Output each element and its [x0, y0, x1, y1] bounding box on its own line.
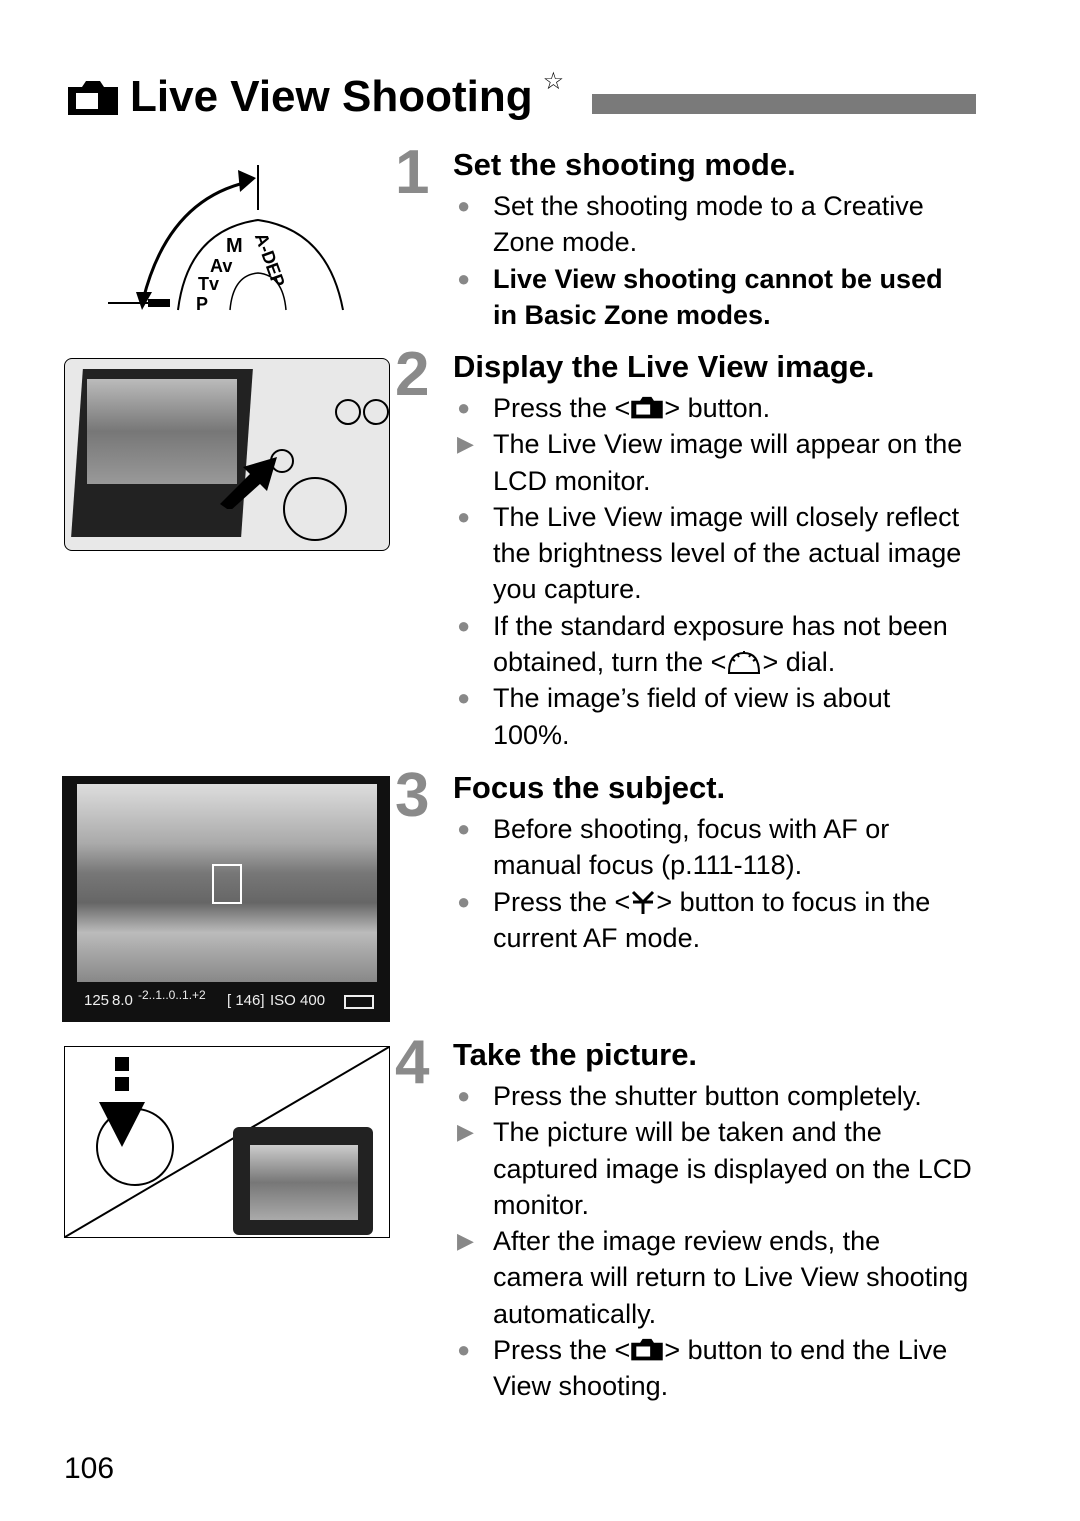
- camera-back-figure: [64, 358, 390, 551]
- dial-label-av: Av: [210, 256, 232, 276]
- lcd-iso: ISO 400: [270, 992, 326, 1009]
- step-number: 3: [395, 761, 430, 830]
- main-dial-icon: [728, 651, 761, 675]
- page-title: Live View Shooting ☆: [66, 68, 564, 122]
- live-view-lcd-figure: 125 8.0 -2..1..0..1.+2 [ 146] ISO 400: [62, 776, 390, 1022]
- dial-label-m: M: [226, 235, 243, 257]
- live-view-camera-icon: [631, 1339, 664, 1361]
- advanced-star-icon: ☆: [542, 67, 565, 95]
- title-rule: [592, 94, 976, 114]
- af-point-frame: [212, 864, 242, 904]
- result-item: ▶ The picture will be taken and the captu…: [457, 1117, 972, 1220]
- page-number: 106: [64, 1452, 115, 1485]
- step-heading: Set the shooting mode.: [453, 147, 796, 182]
- lcd-aperture: 8.0: [112, 992, 133, 1009]
- step-number: 4: [395, 1028, 430, 1097]
- lcd-exposure-scale: -2..1..0..1.+2: [138, 988, 206, 1002]
- bullet-item: ● Set the shooting mode to a Creative Zon…: [457, 191, 924, 258]
- live-view-camera-icon: [68, 81, 118, 115]
- bullet-item: ● The Live View image will closely reflec…: [457, 501, 962, 605]
- bullet-item: ● The image’s field of view is about 100%…: [457, 683, 891, 750]
- lcd-shutter: 125: [84, 992, 110, 1009]
- step-heading: Display the Live View image.: [453, 349, 875, 384]
- step-number: 1: [395, 138, 430, 207]
- shutter-press-figure: [64, 1046, 390, 1238]
- dial-label-p: P: [196, 294, 208, 314]
- title-text: Live View Shooting: [130, 72, 533, 121]
- bullet-item: ● Press the < > button to end the Live Vie…: [457, 1335, 948, 1402]
- result-item: ▶ After the image review ends, the camera…: [457, 1226, 969, 1329]
- bullet-item: ● Press the < > button to focus in the cur…: [457, 886, 931, 953]
- battery-icon: [344, 995, 374, 1009]
- result-item: ▶ The Live View image will appear on the …: [453, 426, 973, 499]
- triangle-result-icon: ▶: [457, 431, 474, 457]
- live-view-camera-icon: [631, 396, 664, 419]
- step-number: 2: [395, 340, 430, 409]
- mode-dial-figure: A-DEP M Av Tv P: [108, 165, 344, 314]
- af-start-icon: [632, 890, 655, 914]
- bullet-item: ● Press the < > button.: [457, 393, 771, 423]
- manual-page: Live View Shooting ☆ A-DEP M Av Tv P 125…: [0, 0, 1080, 1521]
- bullet-item: ● Press the shutter button completely.: [457, 1081, 922, 1111]
- step-heading: Focus the subject.: [453, 770, 726, 805]
- lcd-shots-remaining: [ 146]: [227, 992, 265, 1009]
- dial-label-tv: Tv: [198, 274, 219, 294]
- bullet-item: ● Before shooting, focus with AF or manua…: [457, 814, 890, 881]
- bullet-item: ● If the standard exposure has not been o…: [457, 610, 948, 678]
- step-heading: Take the picture.: [453, 1037, 698, 1072]
- bullet-item: ● Live View shooting cannot be used in Ba…: [457, 263, 943, 330]
- dial-label-adep: A-DEP: [251, 230, 289, 289]
